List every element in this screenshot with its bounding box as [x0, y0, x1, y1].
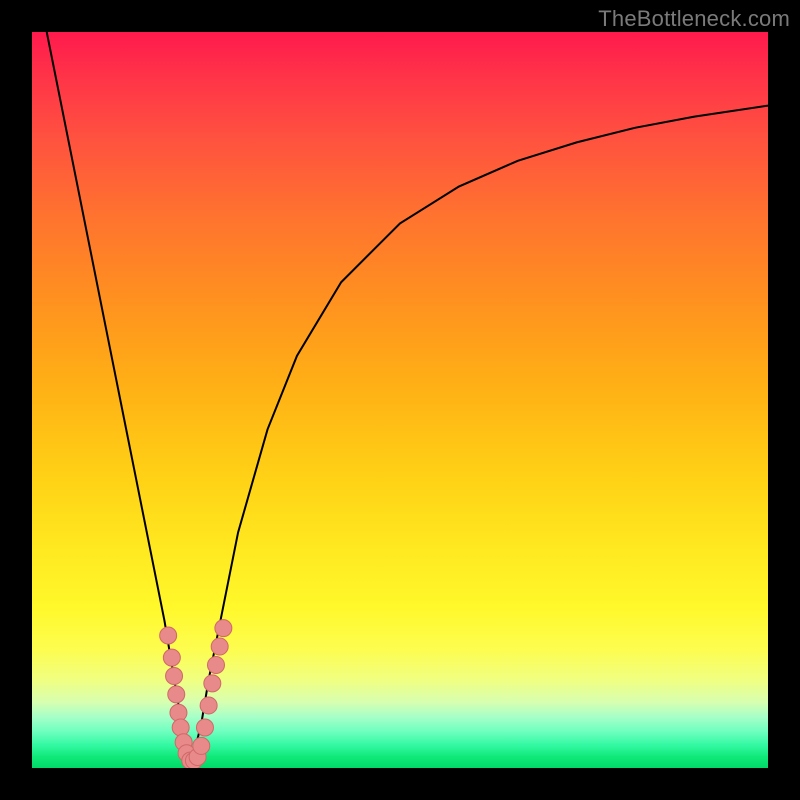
marker-bead: [200, 697, 217, 714]
marker-bead: [196, 719, 213, 736]
marker-bead: [168, 686, 185, 703]
marker-bead: [160, 627, 177, 644]
curve-right-branch: [190, 106, 768, 768]
marker-bead: [166, 668, 183, 685]
marker-bead: [163, 649, 180, 666]
marker-bead: [215, 620, 232, 637]
watermark-text: TheBottleneck.com: [598, 6, 790, 32]
marker-beads: [160, 620, 232, 768]
marker-bead: [172, 719, 189, 736]
chart-frame: TheBottleneck.com: [0, 0, 800, 800]
chart-svg: [32, 32, 768, 768]
right-branch-path: [190, 106, 768, 768]
marker-bead: [170, 704, 187, 721]
marker-bead: [208, 656, 225, 673]
marker-bead: [193, 737, 210, 754]
plot-area: [32, 32, 768, 768]
marker-bead: [204, 675, 221, 692]
marker-bead: [211, 638, 228, 655]
